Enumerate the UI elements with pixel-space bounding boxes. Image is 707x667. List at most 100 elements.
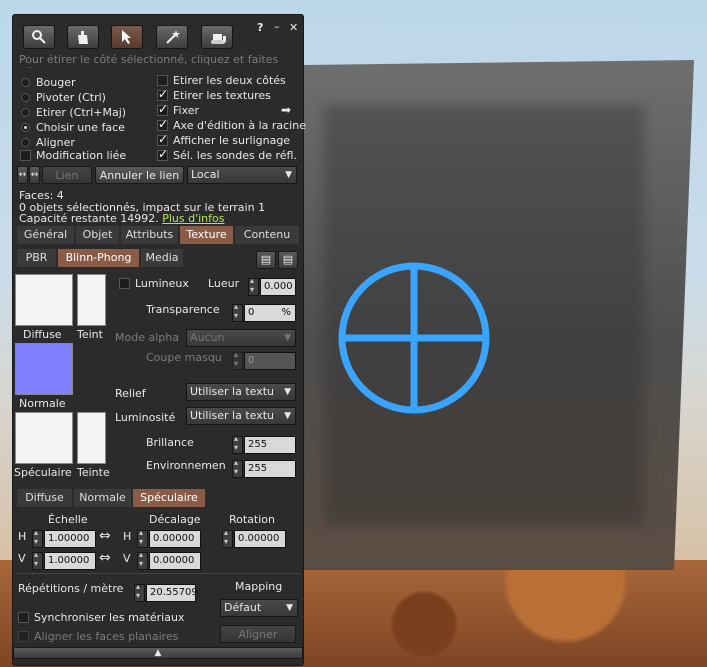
mode-label-1: Pivoter (Ctrl) (36, 91, 106, 104)
next-link-arrow-icon[interactable]: ↔ (29, 166, 40, 184)
minimize-button[interactable]: – (274, 20, 280, 33)
zoom-tool-button[interactable] (23, 25, 55, 49)
flip-v-icon[interactable]: ⇔ (99, 550, 111, 566)
normal-map-swatch[interactable] (15, 343, 73, 395)
option-checkbox-1[interactable] (157, 87, 168, 101)
mode-radio-4[interactable] (21, 138, 30, 147)
map-tab-2[interactable]: Spéculaire (133, 489, 205, 507)
echelle-label: Échelle (48, 513, 88, 526)
mode-label-3: Choisir une face (36, 121, 125, 134)
decalage-h-input[interactable]: 0.00000 (149, 530, 201, 548)
repetitions-spinner[interactable] (134, 582, 145, 602)
sync-materials-label: Synchroniser les matériaux (34, 611, 185, 624)
rotation-input[interactable]: 0.00000 (234, 530, 286, 548)
lueur-spinner[interactable] (248, 276, 259, 296)
echelle-h-input[interactable]: 1.00000 (44, 530, 96, 548)
coupe-input[interactable]: 0 (244, 352, 296, 370)
mode-radio-3[interactable] (21, 123, 30, 132)
material-tab-2[interactable]: Media (141, 249, 183, 267)
mapping-dropdown[interactable]: Défaut ▼ (220, 599, 298, 617)
option-checkbox-0[interactable] (157, 75, 168, 86)
option-checkbox-3[interactable] (157, 117, 168, 131)
paste-icon[interactable]: ▤ (278, 251, 298, 269)
relief-dropdown[interactable]: Utiliser la textu ▼ (186, 383, 296, 401)
option-label-5: Sél. les sondes de réfl. (173, 149, 297, 162)
transparence-spinner[interactable] (232, 302, 243, 322)
mode-label-0: Bouger (36, 76, 76, 89)
hand-icon (78, 31, 88, 44)
transparence-input[interactable]: 0% (244, 304, 296, 322)
coupe-spinner[interactable] (232, 350, 243, 370)
prev-link-arrow-icon[interactable]: ↔ (17, 166, 28, 184)
luminosite-dropdown[interactable]: Utiliser la textu ▼ (186, 407, 296, 425)
v-label-offset: V (123, 552, 131, 565)
material-tab-0[interactable]: PBR (17, 249, 56, 267)
mode-radio-2[interactable] (21, 108, 30, 117)
land-tool-button[interactable] (201, 25, 233, 49)
tab-0[interactable]: Général (17, 226, 74, 244)
option-label-4: Afficher le surlignage (173, 134, 291, 147)
brillance-label: Brillance (146, 436, 194, 449)
map-tab-1[interactable]: Normale (74, 489, 131, 507)
modification-liee-checkbox[interactable] (20, 150, 31, 161)
bulldozer-icon (211, 34, 226, 44)
lueur-input[interactable]: 0.000 (260, 278, 296, 296)
v-label: V (18, 552, 26, 565)
edit-tool-button[interactable] (111, 25, 143, 49)
mode-radio-0[interactable] (21, 78, 30, 87)
tab-4[interactable]: Contenu (235, 226, 299, 244)
specular-tint-swatch[interactable] (77, 412, 106, 464)
mode-radio-1[interactable] (21, 93, 30, 102)
repetitions-input[interactable]: 20.55709 (146, 584, 198, 602)
tab-3[interactable]: Texture (180, 226, 233, 244)
collapse-panel-button[interactable]: ▲ (13, 647, 303, 659)
option-label-0: Etirer les deux côtés (173, 74, 286, 87)
tab-2[interactable]: Attributs (121, 226, 178, 244)
align-planar-checkbox[interactable] (18, 631, 29, 642)
decalage-v-input[interactable]: 0.00000 (149, 552, 201, 570)
material-tab-1[interactable]: Blinn-Phong (58, 249, 139, 267)
copy-icon[interactable]: ▤ (256, 251, 276, 269)
teinte-label: Teinte (77, 466, 110, 479)
echelle-v-spinner[interactable] (32, 550, 43, 570)
arrow-right-icon[interactable]: ➡ (281, 103, 291, 117)
build-tools-floater: ? – ✕ Pour étirer le côté sélectionné, c… (12, 14, 306, 666)
specular-texture-swatch[interactable] (15, 412, 73, 464)
h-label-offset: H (123, 530, 132, 543)
flip-h-icon[interactable]: ⇔ (99, 528, 111, 544)
grab-tool-button[interactable] (67, 25, 99, 49)
divider (17, 573, 301, 574)
tab-1[interactable]: Objet (76, 226, 119, 244)
brillance-spinner[interactable] (232, 434, 243, 454)
option-checkbox-5[interactable] (157, 147, 168, 161)
coordinate-mode-dropdown[interactable]: Local ▼ (187, 166, 297, 184)
option-checkbox-2[interactable] (157, 102, 168, 116)
echelle-h-spinner[interactable] (32, 528, 43, 548)
diffuse-tint-swatch[interactable] (77, 274, 106, 326)
decalage-h-spinner[interactable] (137, 528, 148, 548)
lumineux-checkbox[interactable] (119, 278, 130, 289)
environnement-input[interactable]: 255 (244, 460, 296, 478)
repetitions-label: Répétitions / mètre (18, 582, 124, 595)
environnement-spinner[interactable] (232, 458, 243, 478)
unlink-button[interactable]: Annuler le lien (95, 166, 184, 184)
close-button[interactable]: ✕ (289, 21, 298, 34)
help-button[interactable]: ? (257, 21, 263, 34)
align-button[interactable]: Aligner (220, 625, 296, 643)
brillance-input[interactable]: 255 (244, 436, 296, 454)
sync-materials-checkbox[interactable] (18, 612, 29, 623)
option-checkbox-4[interactable] (157, 132, 168, 146)
rotation-spinner[interactable] (222, 528, 233, 548)
link-button[interactable]: Lien (42, 166, 92, 184)
lumineux-label: Lumineux (135, 277, 189, 290)
transparence-label: Transparence (146, 303, 220, 316)
mapping-label: Mapping (235, 580, 283, 593)
mode-alpha-dropdown[interactable]: Aucun ▼ (186, 329, 296, 347)
more-info-link[interactable]: Plus d'infos (162, 212, 224, 225)
diffuse-texture-swatch[interactable] (15, 274, 73, 326)
map-tab-0[interactable]: Diffuse (17, 489, 72, 507)
echelle-v-input[interactable]: 1.00000 (44, 552, 96, 570)
decalage-v-spinner[interactable] (137, 550, 148, 570)
luminosite-label: Luminosité (115, 411, 176, 424)
create-tool-button[interactable] (156, 25, 188, 49)
